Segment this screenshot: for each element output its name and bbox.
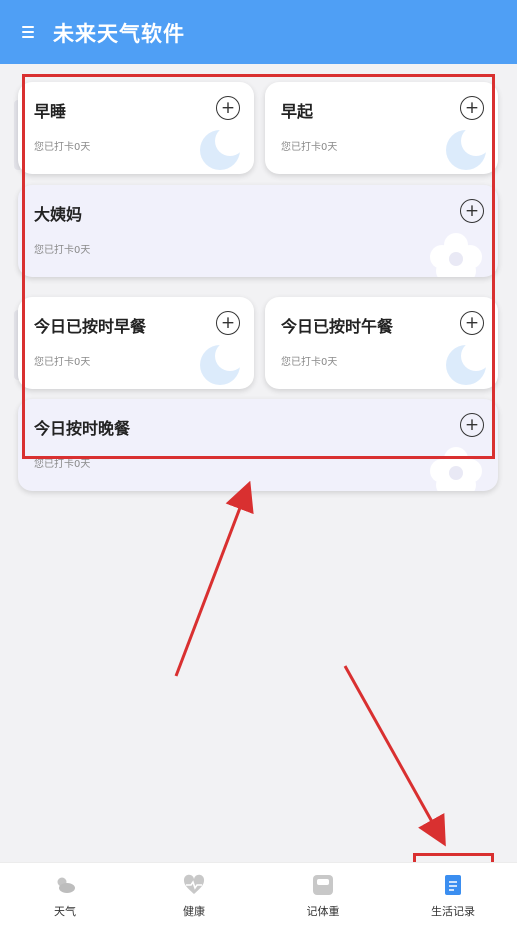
document-icon [445, 875, 461, 895]
nav-item-life-record[interactable]: 生活记录 [403, 863, 503, 925]
annotation-arrows [174, 480, 446, 847]
weather-icon [57, 877, 75, 893]
nav-item-health[interactable]: 健康 [144, 863, 244, 925]
annotation-arrow-up [174, 480, 254, 677]
nav-label: 生活记录 [431, 905, 475, 918]
annotation-arrow-down [343, 665, 446, 847]
nav-label: 记体重 [306, 905, 340, 918]
heart-pulse-icon [183, 874, 205, 894]
bottom-nav: 天气 健康 记体重 生活记录 [0, 862, 517, 925]
nav-label: 健康 [183, 905, 205, 918]
scale-icon [313, 875, 333, 895]
nav-item-weight[interactable]: 记体重 [273, 863, 373, 925]
nav-label: 天气 [54, 905, 76, 918]
nav-item-weather[interactable]: 天气 [15, 863, 115, 925]
